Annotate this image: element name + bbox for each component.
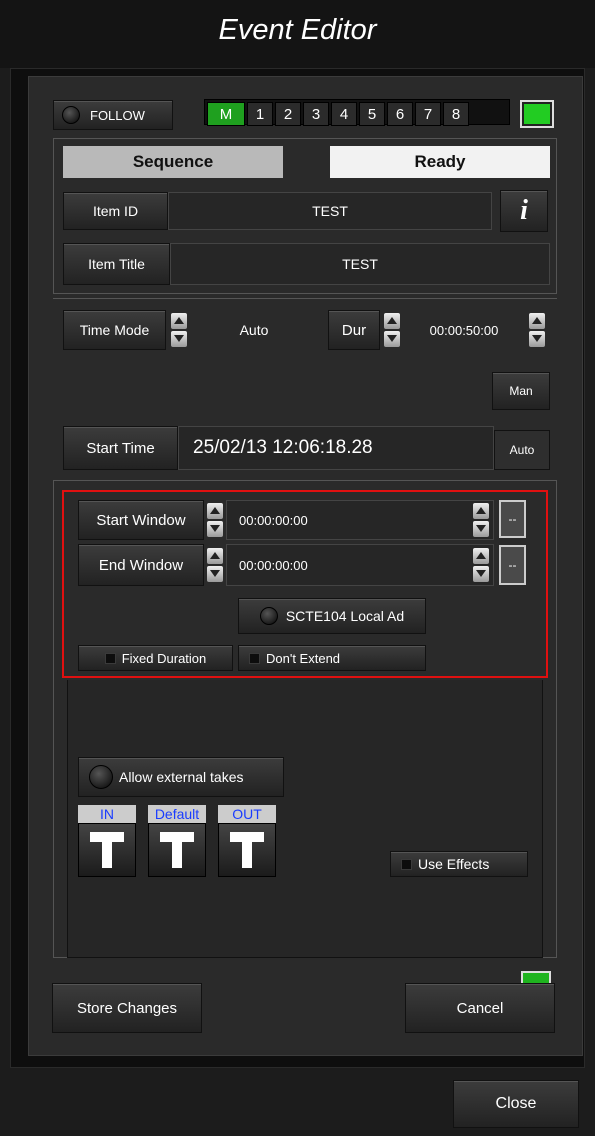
start-window-field[interactable]: 00:00:00:00 (226, 500, 494, 540)
item-id-field[interactable]: TEST (168, 192, 492, 230)
end-window-left-spinner[interactable] (206, 546, 224, 584)
start-time-auto-button[interactable]: Auto (494, 430, 550, 470)
time-mode-button[interactable]: Time Mode (63, 310, 166, 350)
scte-led-icon (259, 607, 278, 625)
dont-extend-led-icon (249, 652, 260, 664)
use-effects-led-icon (401, 858, 412, 870)
fixed-duration-button[interactable]: Fixed Duration (78, 645, 233, 671)
end-window-field[interactable]: 00:00:00:00 (226, 544, 494, 586)
external-takes-led-icon (89, 765, 113, 789)
allow-external-takes-label: Allow external takes (119, 769, 244, 785)
channel-5-button[interactable]: 5 (359, 102, 385, 126)
store-changes-button[interactable]: Store Changes (52, 983, 202, 1033)
channel-2-button[interactable]: 2 (275, 102, 301, 126)
follow-label: FOLLOW (90, 107, 145, 123)
take-default-group: Default (148, 805, 206, 877)
spinner-down-icon (384, 331, 400, 347)
channel-m-button[interactable]: M (207, 102, 245, 126)
scte104-local-ad-button[interactable]: SCTE104 Local Ad (238, 598, 426, 634)
cancel-button[interactable]: Cancel (405, 983, 555, 1033)
take-out-group: OUT (218, 805, 276, 877)
channel-selector: M 1 2 3 4 5 6 7 8 (204, 99, 510, 126)
take-in-label: IN (78, 805, 136, 823)
channel-1-button[interactable]: 1 (247, 102, 273, 126)
duration-right-spinner[interactable] (528, 311, 546, 349)
take-icon (160, 832, 194, 868)
spinner-down-icon (171, 331, 187, 347)
channel-6-button[interactable]: 6 (387, 102, 413, 126)
dont-extend-label: Don't Extend (266, 650, 341, 666)
spinner-up-icon (473, 548, 489, 564)
end-window-button[interactable]: End Window (78, 544, 204, 586)
take-default-label: Default (148, 805, 206, 823)
take-in-group: IN (78, 805, 136, 877)
channel-3-button[interactable]: 3 (303, 102, 329, 126)
spinner-up-icon (473, 503, 489, 519)
start-time-button[interactable]: Start Time (63, 426, 178, 470)
spinner-down-icon (529, 331, 545, 347)
spinner-up-icon (384, 313, 400, 329)
duration-left-spinner[interactable] (383, 311, 401, 349)
spinner-up-icon (207, 548, 223, 564)
info-icon[interactable]: i (500, 190, 548, 232)
channel-8-button[interactable]: 8 (443, 102, 469, 126)
channel-7-button[interactable]: 7 (415, 102, 441, 126)
close-button[interactable]: Close (453, 1080, 579, 1128)
spinner-up-icon (171, 313, 187, 329)
fixed-duration-label: Fixed Duration (121, 650, 207, 666)
use-effects-button[interactable]: Use Effects (390, 851, 528, 877)
duration-field[interactable]: 00:00:50:00 (404, 310, 524, 350)
time-mode-spinner[interactable] (170, 311, 188, 349)
window-title: Event Editor (218, 14, 377, 46)
take-icon (230, 832, 264, 868)
take-icon (90, 832, 124, 868)
spinner-down-icon (473, 566, 489, 582)
follow-button[interactable]: FOLLOW (53, 100, 173, 130)
takes-panel (67, 680, 543, 958)
take-default-button[interactable] (148, 823, 206, 877)
item-id-button[interactable]: Item ID (63, 192, 168, 230)
start-window-toggle[interactable]: -- (499, 500, 526, 538)
take-in-button[interactable] (78, 823, 136, 877)
ready-status: Ready (330, 146, 550, 178)
duration-button[interactable]: Dur (328, 310, 380, 350)
start-window-left-spinner[interactable] (206, 501, 224, 539)
item-title-field[interactable]: TEST (170, 243, 550, 285)
spinner-up-icon (529, 313, 545, 329)
spinner-up-icon (207, 503, 223, 519)
spinner-down-icon (207, 566, 223, 582)
dont-extend-button[interactable]: Don't Extend (238, 645, 426, 671)
end-window-toggle[interactable]: -- (499, 545, 526, 585)
start-window-button[interactable]: Start Window (78, 500, 204, 540)
channel-4-button[interactable]: 4 (331, 102, 357, 126)
start-time-field[interactable]: 25/02/13 12:06:18.28 (178, 426, 494, 470)
sequence-badge: Sequence (63, 146, 283, 178)
end-window-right-spinner[interactable] (472, 546, 490, 584)
spinner-down-icon (473, 521, 489, 537)
time-mode-value: Auto (190, 310, 318, 350)
take-out-button[interactable] (218, 823, 276, 877)
spinner-down-icon (207, 521, 223, 537)
manual-button[interactable]: Man (492, 372, 550, 410)
follow-led-icon (62, 106, 80, 124)
use-effects-label: Use Effects (418, 856, 490, 872)
take-out-label: OUT (218, 805, 276, 823)
scte-label: SCTE104 Local Ad (285, 608, 405, 624)
allow-external-takes-button[interactable]: Allow external takes (78, 757, 284, 797)
start-window-right-spinner[interactable] (472, 501, 490, 539)
fixed-duration-led-icon (104, 652, 116, 664)
status-indicator (520, 100, 554, 128)
item-title-button[interactable]: Item Title (63, 243, 170, 285)
